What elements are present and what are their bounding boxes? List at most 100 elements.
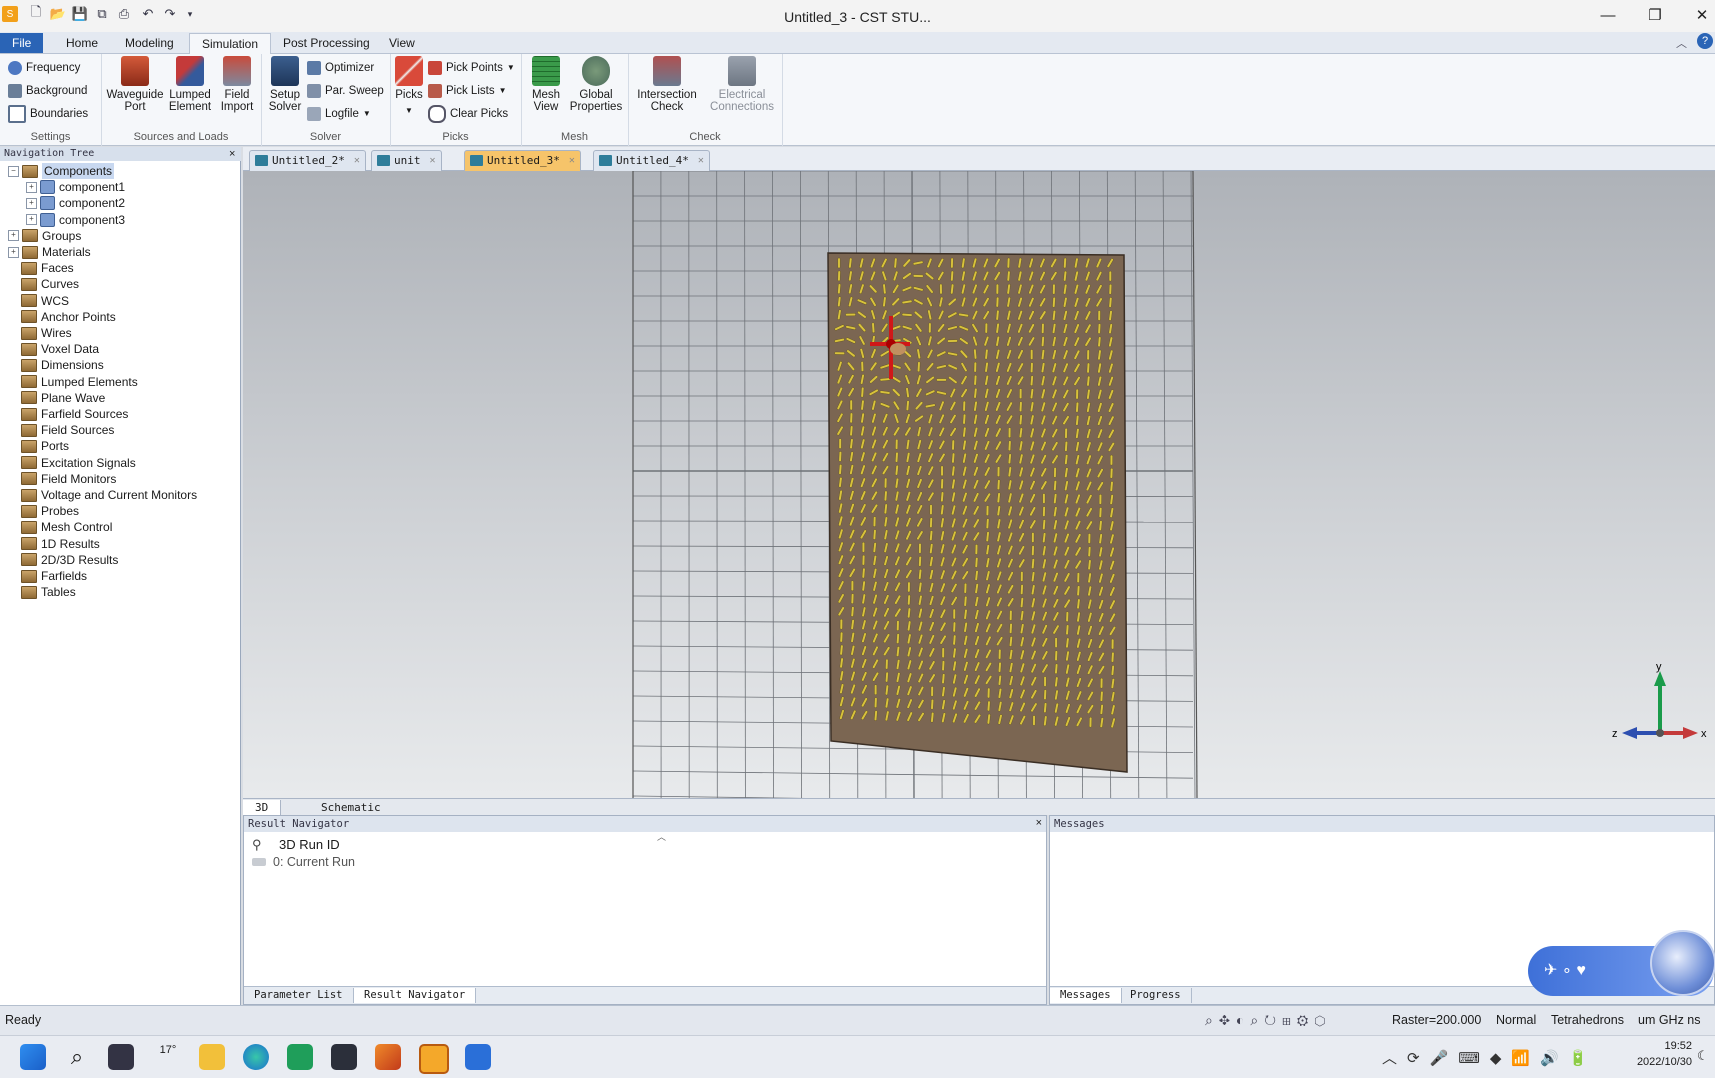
tab-untitled-3[interactable]: Untitled_3* ✕ (464, 150, 581, 171)
boundaries-button[interactable]: Boundaries (8, 103, 88, 124)
tree-item-wcs[interactable]: WCS (8, 293, 69, 309)
help-icon[interactable]: ? (1697, 33, 1713, 49)
picks-button[interactable]: Picks ▼ (392, 56, 426, 117)
assistant-avatar[interactable] (1650, 930, 1715, 996)
units-readout[interactable]: um GHz ns (1638, 1013, 1701, 1027)
file-explorer-icon[interactable] (199, 1044, 225, 1070)
tree-item-field-monitors[interactable]: Field Monitors (8, 471, 116, 487)
notification-icon[interactable]: ☾ (1697, 1048, 1709, 1064)
close-tab-icon[interactable]: ✕ (429, 151, 435, 171)
field-import-button[interactable]: Field Import (215, 56, 259, 113)
close-tab-icon[interactable]: ✕ (569, 151, 575, 171)
collapse-icon[interactable]: − (8, 165, 19, 177)
expand-icon[interactable]: + (8, 230, 19, 242)
tree-item-materials[interactable]: + Materials (8, 244, 91, 260)
tree-item-component1[interactable]: + component1 (26, 179, 125, 195)
tree-item-probes[interactable]: Probes (8, 503, 79, 519)
tree-item-curves[interactable]: Curves (8, 276, 79, 292)
tree-item-farfields[interactable]: Farfields (8, 568, 87, 584)
3d-scene[interactable]: y x z (243, 171, 1715, 798)
tab-3d[interactable]: 3D (243, 800, 282, 815)
tab-untitled-4[interactable]: Untitled_4* ✕ (593, 150, 710, 171)
collapse-arrow-icon[interactable]: ︿ (657, 830, 666, 843)
expand-icon[interactable]: + (26, 181, 37, 193)
app-cube-icon[interactable] (331, 1044, 357, 1070)
tree-item-field-sources[interactable]: Field Sources (8, 422, 114, 438)
tab-modeling[interactable]: Modeling (113, 33, 186, 53)
tab-unit[interactable]: unit ✕ (371, 150, 442, 171)
edge-browser-icon[interactable] (243, 1044, 269, 1070)
filter-icon[interactable]: ⚲ (252, 837, 262, 853)
pick-lists-button[interactable]: Pick Lists ▼ (428, 80, 507, 101)
tab-progress[interactable]: Progress (1120, 988, 1192, 1003)
restore-button[interactable]: ❐ (1635, 4, 1675, 26)
logfile-button[interactable]: Logfile ▼ (307, 103, 371, 124)
system-tray-icons[interactable]: ︿⟳🎤⌨◆📶🔊🔋 (1382, 1047, 1597, 1068)
setup-solver-button[interactable]: Setup Solver (265, 56, 305, 113)
matlab-icon[interactable] (375, 1044, 401, 1070)
frequency-button[interactable]: Frequency (8, 57, 80, 78)
tree-item-plane-wave[interactable]: Plane Wave (8, 390, 105, 406)
tab-parameter-list[interactable]: Parameter List (244, 988, 354, 1003)
search-icon[interactable]: ⌕ (64, 1044, 90, 1070)
clear-picks-button[interactable]: Clear Picks (428, 103, 508, 124)
view-tools-icons[interactable]: ⌕✥◐⌕↻⊞⚙⬡ (1205, 1012, 1331, 1029)
tree-item-components[interactable]: − Components (8, 163, 115, 179)
close-tab-icon[interactable]: ✕ (698, 151, 704, 171)
3d-viewport[interactable]: y x z (243, 171, 1715, 798)
intersection-check-button[interactable]: Intersection Check (634, 56, 700, 113)
tab-schematic[interactable]: Schematic (309, 800, 393, 815)
tab-home[interactable]: Home (54, 33, 110, 53)
tree-item-1d-results[interactable]: 1D Results (8, 536, 100, 552)
tree-item-groups[interactable]: + Groups (8, 228, 81, 244)
collapse-ribbon-icon[interactable]: ︿ (1676, 35, 1687, 51)
minimize-button[interactable]: — (1588, 4, 1628, 26)
store-icon[interactable] (287, 1044, 313, 1070)
tab-simulation[interactable]: Simulation (189, 33, 272, 56)
tree-item-wires[interactable]: Wires (8, 325, 72, 341)
tree-item-mesh-control[interactable]: Mesh Control (8, 519, 112, 535)
start-windows-icon[interactable] (20, 1044, 46, 1070)
assistant-tools-icon[interactable]: ✈ ∘ ♥ (1544, 960, 1586, 980)
tree-item-2d-3d-results[interactable]: 2D/3D Results (8, 552, 118, 568)
expand-icon[interactable]: + (8, 246, 19, 258)
floating-assistant-widget[interactable]: ✈ ∘ ♥ (1528, 930, 1715, 996)
tab-post-processing[interactable]: Post Processing (271, 33, 382, 53)
tab-messages[interactable]: Messages (1050, 988, 1122, 1003)
tree-item-ports[interactable]: Ports (8, 438, 69, 454)
cst-studio-icon[interactable] (419, 1044, 449, 1074)
app-chart-icon[interactable] (465, 1044, 491, 1070)
par-sweep-button[interactable]: Par. Sweep (307, 80, 384, 101)
tab-file[interactable]: File (0, 33, 44, 53)
task-view-icon[interactable] (108, 1044, 134, 1070)
tree-item-component3[interactable]: + component3 (26, 212, 125, 228)
optimizer-button[interactable]: Optimizer (307, 57, 374, 78)
raster-value[interactable]: Raster=200.000 (1392, 1013, 1481, 1027)
tree-item-faces[interactable]: Faces (8, 260, 74, 276)
tab-untitled-2[interactable]: Untitled_2* ✕ (249, 150, 366, 171)
tree-item-excitation-signals[interactable]: Excitation Signals (8, 455, 136, 471)
tree-item-lumped-elements[interactable]: Lumped Elements (8, 374, 138, 390)
lumped-element-button[interactable]: Lumped Element (165, 56, 215, 113)
tab-result-navigator[interactable]: Result Navigator (354, 988, 477, 1003)
tree-item-farfield-sources[interactable]: Farfield Sources (8, 406, 128, 422)
close-button[interactable]: ✕ (1682, 4, 1715, 26)
tree-item-tables[interactable]: Tables (8, 584, 76, 600)
expand-icon[interactable]: + (26, 197, 37, 209)
background-button[interactable]: Background (8, 80, 87, 101)
pick-points-button[interactable]: Pick Points ▼ (428, 57, 515, 78)
tab-view[interactable]: View (377, 33, 427, 53)
mesh-view-button[interactable]: Mesh View (525, 56, 567, 113)
tree-item-component2[interactable]: + component2 (26, 195, 125, 211)
electrical-connections-button[interactable]: Electrical Connections (704, 56, 780, 113)
navigation-tree-close-button[interactable]: × (229, 147, 235, 161)
close-tab-icon[interactable]: ✕ (354, 151, 360, 171)
tree-item-anchor-points[interactable]: Anchor Points (8, 309, 116, 325)
result-navigator-close-button[interactable]: × (1036, 817, 1042, 829)
taskbar-date[interactable]: 2022/10/30 (1620, 1056, 1692, 1068)
expand-icon[interactable]: + (26, 214, 37, 226)
mesh-type[interactable]: Tetrahedrons (1551, 1013, 1624, 1027)
current-run-item[interactable]: 0: Current Run (273, 855, 355, 869)
taskbar-time[interactable]: 19:52 (1628, 1040, 1692, 1052)
waveguide-port-button[interactable]: Waveguide Port (105, 56, 165, 113)
